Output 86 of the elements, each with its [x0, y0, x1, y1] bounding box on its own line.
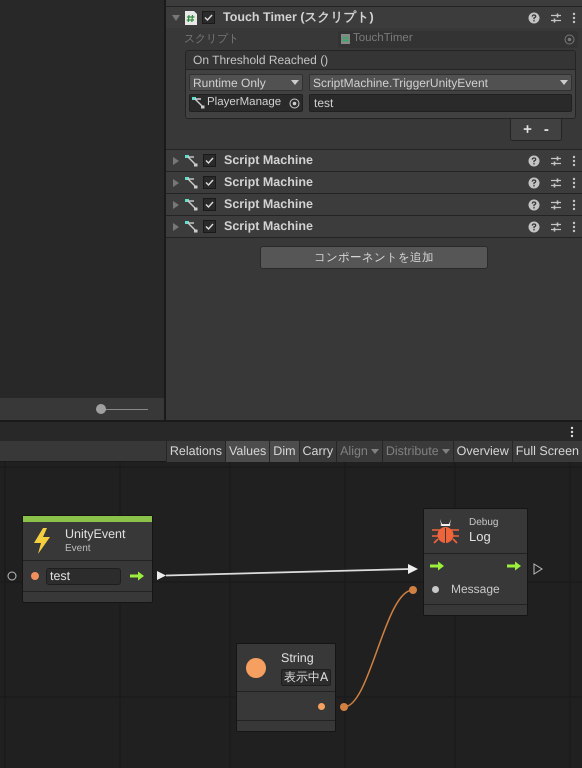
node-title: Log — [469, 529, 492, 546]
help-icon[interactable] — [528, 176, 540, 188]
node-subtitle: Event — [65, 542, 92, 556]
field-value: TouchTimer — [353, 31, 413, 46]
graph-icon — [185, 198, 198, 210]
string-value-field[interactable]: 表示中A — [281, 668, 332, 686]
flow-arrow-icon — [130, 571, 144, 581]
component-title: Script Machine — [224, 152, 313, 170]
slider-thumb[interactable] — [96, 404, 106, 414]
node-title: UnityEvent — [65, 526, 126, 543]
target-object-field[interactable]: PlayerManage — [189, 94, 303, 112]
more-icon[interactable] — [572, 220, 576, 232]
toolbar-button[interactable]: Full Screen — [512, 441, 582, 462]
settings-icon[interactable] — [550, 176, 562, 188]
component-title: Touch Timer (スクリプト) — [223, 9, 374, 26]
component-header[interactable]: Touch Timer (スクリプト) — [166, 7, 582, 28]
string-node[interactable]: String 表示中A — [236, 643, 336, 732]
settings-icon[interactable] — [550, 12, 562, 24]
flow-arrow-icon — [507, 561, 521, 571]
event-title: On Threshold Reached () — [193, 52, 328, 69]
debug-log-node[interactable]: Debug Log Message — [423, 508, 528, 616]
expand-icon[interactable] — [172, 200, 180, 208]
caret-icon — [442, 449, 450, 454]
runtime-dropdown[interactable]: Runtime Only — [189, 74, 303, 91]
value-port-icon[interactable] — [432, 586, 439, 592]
more-icon[interactable] — [572, 176, 576, 188]
script-icon — [341, 34, 350, 44]
toolbar-button[interactable]: Dim — [269, 441, 299, 462]
toolbar-button[interactable]: Carry — [298, 441, 336, 462]
settings-icon[interactable] — [550, 198, 562, 210]
graph-icon — [185, 154, 198, 166]
script-icon — [185, 10, 197, 24]
port-label: Message — [451, 581, 500, 598]
more-icon[interactable] — [572, 12, 576, 24]
field-label: スクリプト — [184, 32, 240, 47]
help-icon[interactable] — [528, 220, 540, 232]
enable-checkbox[interactable] — [203, 154, 216, 167]
function-dropdown[interactable]: ScriptMachine.TriggerUnityEvent — [309, 74, 572, 91]
toolbar-button[interactable]: Values — [225, 441, 270, 462]
component-title: Script Machine — [224, 196, 313, 214]
node-category: Debug — [469, 516, 498, 530]
flow-arrow-icon — [430, 561, 444, 571]
zoom-slider[interactable] — [96, 404, 148, 414]
more-icon[interactable] — [570, 426, 574, 438]
expand-icon[interactable] — [172, 222, 180, 230]
graph-icon — [185, 176, 198, 188]
help-icon[interactable] — [528, 198, 540, 210]
more-icon[interactable] — [572, 154, 576, 166]
enable-checkbox[interactable] — [202, 11, 215, 24]
component-header[interactable]: Script Machine — [166, 172, 582, 193]
event-node[interactable]: UnityEvent Event test — [22, 515, 153, 603]
add-component-button[interactable]: コンポーネントを追加 — [260, 246, 488, 269]
toolbar-button[interactable]: Overview — [452, 441, 512, 462]
node-title: String — [281, 650, 315, 668]
bug-icon — [432, 518, 459, 544]
caret-icon — [370, 449, 379, 454]
object-picker-icon[interactable] — [289, 98, 300, 108]
help-icon[interactable] — [528, 154, 540, 166]
caret-icon — [291, 80, 299, 85]
component-title: Script Machine — [224, 218, 313, 236]
graph-icon — [192, 97, 205, 109]
remove-listener-button[interactable]: - — [544, 122, 549, 137]
argument-field[interactable]: test — [309, 94, 572, 112]
component-header[interactable]: Script Machine — [166, 150, 582, 171]
component-header[interactable]: Script Machine — [166, 216, 582, 237]
enable-checkbox[interactable] — [203, 220, 216, 233]
help-icon[interactable] — [528, 12, 540, 24]
component-header[interactable]: Script Machine — [166, 194, 582, 215]
lightning-icon — [33, 528, 51, 554]
value-port-icon[interactable] — [318, 702, 325, 710]
add-listener-button[interactable]: + — [523, 122, 532, 137]
caret-icon — [560, 80, 568, 85]
settings-icon[interactable] — [550, 154, 562, 166]
string-type-icon — [246, 658, 266, 678]
expand-icon[interactable] — [172, 156, 180, 164]
component-title: Script Machine — [224, 174, 313, 192]
collapse-icon[interactable] — [172, 14, 180, 22]
graph-icon — [185, 220, 198, 232]
expand-icon[interactable] — [172, 178, 180, 186]
settings-icon[interactable] — [550, 220, 562, 232]
toolbar-button[interactable]: Relations — [166, 441, 225, 462]
enable-checkbox[interactable] — [203, 198, 216, 211]
more-icon[interactable] — [572, 198, 576, 210]
enable-checkbox[interactable] — [203, 176, 216, 189]
event-name-field[interactable]: test — [46, 568, 121, 584]
value-port-icon[interactable] — [31, 572, 39, 580]
